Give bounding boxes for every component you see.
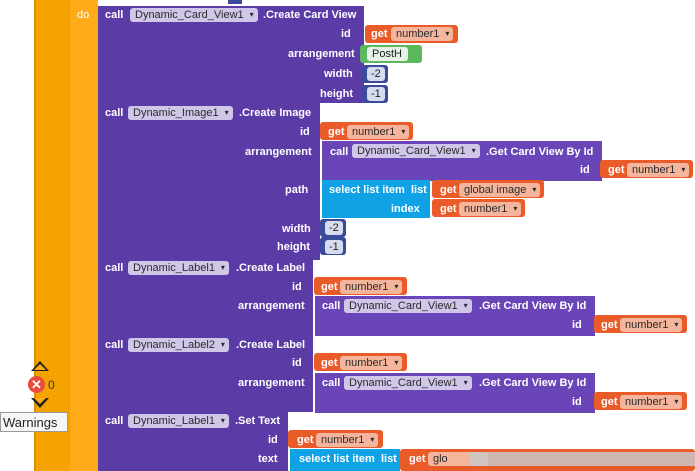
get-label: get bbox=[297, 434, 314, 446]
num-value[interactable]: -1 bbox=[325, 240, 343, 254]
label2-component-dropdown[interactable]: Dynamic_Label2 ▾ bbox=[128, 338, 229, 352]
text-label: text bbox=[258, 453, 278, 465]
var-dropdown[interactable]: number1 ▾ bbox=[620, 318, 683, 332]
warnings-toggle-button[interactable]: Warnings bbox=[0, 412, 68, 432]
id-label: id bbox=[341, 28, 351, 40]
num-value[interactable]: -1 bbox=[367, 87, 385, 101]
width-label: width bbox=[282, 223, 311, 235]
get-label: get bbox=[601, 396, 618, 408]
create-label-method: .Create Label bbox=[236, 262, 306, 274]
warnings-up-arrow-inner-icon bbox=[34, 364, 46, 370]
num-value[interactable]: -2 bbox=[325, 221, 343, 235]
call-label: call bbox=[322, 300, 341, 312]
var-dropdown[interactable]: global image ▾ bbox=[459, 183, 541, 197]
id-label: id bbox=[292, 357, 302, 369]
card-view-component-dropdown[interactable]: Dynamic_Card_View1 ▾ bbox=[352, 144, 480, 158]
id-label: id bbox=[268, 434, 278, 446]
height-label: height bbox=[320, 88, 353, 100]
get-card-view-by-id-method: .Get Card View By Id bbox=[479, 300, 587, 312]
call-label: call bbox=[105, 107, 124, 119]
var-dropdown[interactable]: number1 ▾ bbox=[627, 163, 690, 177]
set-text-method: .Set Text bbox=[235, 415, 281, 427]
var-dropdown[interactable]: number1 ▾ bbox=[459, 202, 522, 216]
arrangement-label: arrangement bbox=[245, 146, 312, 158]
create-image-block[interactable] bbox=[98, 103, 320, 260]
create-image-method: .Create Image bbox=[239, 107, 312, 119]
get-label: get bbox=[440, 184, 457, 196]
id-label: id bbox=[572, 396, 582, 408]
index-label: index bbox=[391, 203, 420, 215]
arrangement-label: arrangement bbox=[288, 48, 355, 60]
arrangement-label: arrangement bbox=[238, 377, 305, 389]
error-icon[interactable]: ✕ bbox=[28, 376, 45, 393]
width-label: width bbox=[324, 68, 353, 80]
id-label: id bbox=[572, 319, 582, 331]
top-stub bbox=[228, 0, 242, 4]
get-label: get bbox=[608, 164, 625, 176]
num-value[interactable]: -2 bbox=[367, 67, 385, 81]
do-label: do bbox=[77, 9, 90, 21]
get-label: get bbox=[440, 203, 457, 215]
get-label: get bbox=[371, 28, 388, 40]
drag-overlay bbox=[470, 452, 695, 466]
var-dropdown[interactable]: number1 ▾ bbox=[340, 356, 403, 370]
get-card-view-by-id-method: .Get Card View By Id bbox=[479, 377, 587, 389]
var-dropdown[interactable]: number1 ▾ bbox=[347, 125, 410, 139]
call-label: call bbox=[105, 339, 124, 351]
get-label: get bbox=[409, 453, 426, 465]
select-list-item-label: select list item list bbox=[329, 184, 427, 196]
card-view-component-dropdown[interactable]: Dynamic_Card_View1 ▾ bbox=[344, 299, 472, 313]
call-label: call bbox=[105, 9, 124, 21]
label1-component-dropdown[interactable]: Dynamic_Label1 ▾ bbox=[128, 414, 229, 428]
create-card-view-method: .Create Card View bbox=[263, 9, 357, 21]
get-label: get bbox=[601, 319, 618, 331]
get-label: get bbox=[328, 126, 345, 138]
call-label: call bbox=[105, 415, 124, 427]
var-dropdown[interactable]: number1 ▾ bbox=[316, 433, 379, 447]
text-value[interactable]: PostH bbox=[367, 47, 408, 61]
card-view-component-dropdown[interactable]: Dynamic_Card_View1 ▾ bbox=[130, 8, 258, 22]
get-card-view-by-id-method: .Get Card View By Id bbox=[486, 146, 594, 158]
warnings-down-arrow-inner-icon bbox=[34, 398, 46, 404]
id-label: id bbox=[300, 126, 310, 138]
id-label: id bbox=[580, 164, 590, 176]
var-dropdown[interactable]: number1 ▾ bbox=[391, 27, 454, 41]
select-list-item-label: select list item list bbox=[299, 453, 397, 465]
id-label: id bbox=[292, 281, 302, 293]
call-label: call bbox=[105, 262, 124, 274]
get-label: get bbox=[321, 281, 338, 293]
height-label: height bbox=[277, 241, 310, 253]
call-label: call bbox=[330, 146, 349, 158]
var-dropdown[interactable]: number1 ▾ bbox=[340, 280, 403, 294]
call-label: call bbox=[322, 377, 341, 389]
card-view-component-dropdown[interactable]: Dynamic_Card_View1 ▾ bbox=[344, 376, 472, 390]
get-label: get bbox=[321, 357, 338, 369]
var-dropdown[interactable]: number1 ▾ bbox=[620, 395, 683, 409]
path-label: path bbox=[285, 184, 309, 196]
create-label-method: .Create Label bbox=[236, 339, 306, 351]
arrangement-label: arrangement bbox=[238, 300, 305, 312]
image-component-dropdown[interactable]: Dynamic_Image1 ▾ bbox=[128, 106, 233, 120]
error-count: 0 bbox=[48, 378, 55, 392]
label1-component-dropdown[interactable]: Dynamic_Label1 ▾ bbox=[128, 261, 229, 275]
workspace-left-strip bbox=[0, 0, 34, 471]
event-do-block[interactable] bbox=[70, 0, 98, 471]
